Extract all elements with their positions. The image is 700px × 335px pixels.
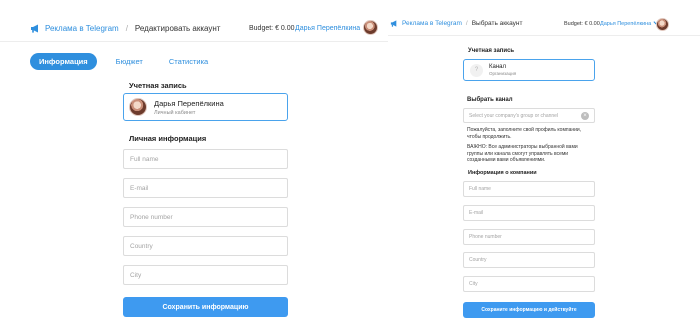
tab-statistics[interactable]: Статистика bbox=[162, 53, 215, 70]
top-bar-right: Реклама в Telegram / Выбрать аккаунт Bud… bbox=[388, 0, 700, 36]
clear-icon[interactable]: × bbox=[581, 112, 589, 120]
channel-select-placeholder: Select your company's group or channel bbox=[469, 112, 559, 119]
megaphone-icon bbox=[30, 24, 40, 33]
tab-budget[interactable]: Бюджет bbox=[109, 53, 150, 70]
megaphone-icon bbox=[390, 20, 398, 27]
company-email-field[interactable]: E-mail bbox=[463, 205, 595, 221]
country-placeholder: Country bbox=[130, 242, 153, 250]
avatar[interactable] bbox=[363, 20, 378, 35]
channel-account-subtitle: Организация bbox=[489, 71, 517, 76]
user-name: Дарья Перепёлкина bbox=[295, 25, 361, 32]
company-email-placeholder: E-mail bbox=[469, 210, 484, 216]
company-city-field[interactable]: City bbox=[463, 276, 595, 292]
company-full-name-field[interactable]: Full name bbox=[463, 181, 595, 197]
page-title: Редактировать аккаунт bbox=[134, 24, 221, 33]
account-subtitle: Личный кабинет bbox=[154, 109, 196, 116]
select-account-screen: Реклама в Telegram / Выбрать аккаунт Bud… bbox=[388, 0, 700, 335]
tab-bar: Информация Бюджет Статистика bbox=[30, 53, 215, 70]
page-title-right: Выбрать аккаунт bbox=[471, 20, 523, 27]
tab-info[interactable]: Информация bbox=[30, 53, 97, 70]
account-name: Дарья Перепёлкина bbox=[154, 98, 224, 108]
save-button[interactable]: Сохранить информацию bbox=[123, 297, 288, 317]
phone-field[interactable]: Phone number bbox=[123, 207, 288, 227]
save-and-continue-label: Сохраните информацию и действуйте bbox=[481, 307, 577, 313]
admin-warning-note: ВАЖНО: Все администраторы выбранной вами… bbox=[467, 144, 578, 163]
user-menu-right[interactable]: Дарья Перепёлкина bbox=[600, 21, 659, 27]
company-phone-field[interactable]: Phone number bbox=[463, 229, 595, 245]
company-city-placeholder: City bbox=[469, 281, 478, 287]
user-menu[interactable]: Дарья Перепёлкина bbox=[295, 25, 370, 32]
placeholder-avatar: ? bbox=[470, 63, 483, 77]
breadcrumb-separator: / bbox=[125, 24, 128, 33]
avatar-right[interactable] bbox=[656, 18, 669, 31]
country-field[interactable]: Country bbox=[123, 236, 288, 256]
user-name-right: Дарья Перепёлкина bbox=[600, 21, 652, 27]
top-bar: Реклама в Telegram / Редактировать аккау… bbox=[0, 0, 388, 42]
company-full-name-placeholder: Full name bbox=[469, 186, 491, 192]
personal-section-title: Личная информация bbox=[129, 134, 207, 143]
save-button-label: Сохранить информацию bbox=[162, 303, 249, 311]
budget-label: Budget: € 0.00 bbox=[249, 25, 295, 32]
account-section-title-right: Учетная запись bbox=[468, 48, 515, 54]
channel-account-name: Канал bbox=[489, 64, 506, 70]
full-name-field[interactable]: Full name bbox=[123, 149, 288, 169]
channel-select[interactable]: Select your company's group or channel × bbox=[463, 108, 595, 123]
budget-label-right: Budget: € 0.00 bbox=[564, 21, 600, 27]
brand-label: Реклама в Telegram bbox=[45, 24, 119, 33]
company-country-placeholder: Country bbox=[469, 257, 487, 263]
full-name-placeholder: Full name bbox=[130, 155, 159, 163]
brand-label-right: Реклама в Telegram bbox=[402, 20, 462, 27]
brand-link[interactable]: Реклама в Telegram / Редактировать аккау… bbox=[30, 24, 220, 33]
email-field[interactable]: E-mail bbox=[123, 178, 288, 198]
company-country-field[interactable]: Country bbox=[463, 252, 595, 268]
channel-account-card[interactable]: ? Канал Организация bbox=[463, 59, 595, 81]
profile-note: Пожалуйста, заполните свой профиль компа… bbox=[467, 127, 582, 140]
account-card[interactable]: Дарья Перепёлкина Личный кабинет bbox=[123, 93, 288, 121]
save-and-continue-button[interactable]: Сохраните информацию и действуйте bbox=[463, 302, 595, 318]
edit-account-screen: Реклама в Telegram / Редактировать аккау… bbox=[0, 0, 388, 335]
email-placeholder: E-mail bbox=[130, 184, 149, 192]
city-field[interactable]: City bbox=[123, 265, 288, 285]
account-section-title: Учетная запись bbox=[129, 81, 187, 90]
city-placeholder: City bbox=[130, 271, 142, 279]
account-avatar bbox=[129, 98, 147, 116]
company-section-title: Информация о компании bbox=[468, 170, 537, 176]
choose-channel-title: Выбрать канал bbox=[467, 97, 513, 103]
brand-link-right[interactable]: Реклама в Telegram / Выбрать аккаунт bbox=[390, 20, 522, 27]
company-phone-placeholder: Phone number bbox=[469, 234, 502, 240]
phone-placeholder: Phone number bbox=[130, 213, 173, 221]
breadcrumb-separator-right: / bbox=[465, 20, 468, 27]
